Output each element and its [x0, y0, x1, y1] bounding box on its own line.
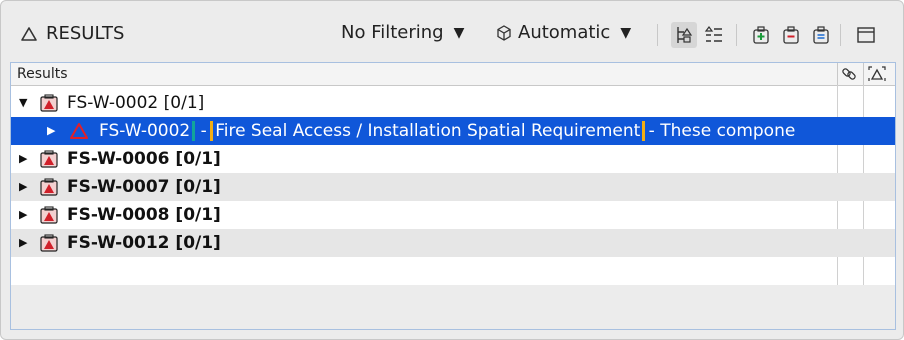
table-row[interactable]: ▼ FS-W-0002 [0/1] [11, 89, 895, 117]
list-item-label: FS-W-0002 [0/1] [67, 93, 205, 113]
chevron-down-icon: ▼ [453, 24, 465, 41]
panel-title-label: RESULTS [46, 23, 125, 44]
mode-dropdown[interactable]: Automatic ▼ [496, 22, 631, 43]
edit-icon [813, 26, 829, 44]
chevron-down-icon[interactable]: ▼ [19, 96, 27, 109]
remove-icon [783, 26, 799, 44]
list-view-icon [704, 26, 722, 42]
clash-group-icon [40, 178, 58, 196]
clash-group-icon [40, 234, 58, 252]
toolbar-divider [736, 24, 737, 46]
panel-layout-icon [857, 27, 875, 43]
link-icon [842, 68, 856, 80]
warning-triangle-icon [70, 123, 88, 139]
issue-text: FS-W-0002 - Fire Seal Access / Installat… [99, 121, 831, 141]
issue-title: Fire Seal Access / Installation Spatial … [210, 121, 646, 141]
separator: - [643, 121, 661, 141]
panel-layout-button[interactable] [853, 22, 879, 48]
chevron-right-icon[interactable]: ▶ [47, 124, 55, 137]
add-icon [753, 26, 769, 44]
issue-description: These compone [660, 121, 796, 141]
status-column-header[interactable] [866, 65, 888, 83]
empty-area [11, 285, 895, 329]
clash-group-icon [40, 150, 58, 168]
filter-dropdown[interactable]: No Filtering ▼ [341, 22, 464, 43]
remove-issue-button[interactable] [778, 22, 804, 48]
table-row-selected[interactable]: ▶ FS-W-0002 - Fire Seal Access / Install… [11, 117, 895, 145]
toolbar-divider [840, 24, 841, 46]
results-table: Results ▼ FS-W-0002 [0/1] ▶ FS-W-0002 - … [10, 62, 896, 330]
chevron-down-icon: ▼ [620, 24, 632, 41]
add-issue-button[interactable] [748, 22, 774, 48]
chevron-right-icon[interactable]: ▶ [19, 180, 27, 193]
link-column-header[interactable] [838, 65, 860, 83]
column-divider [863, 63, 864, 85]
triangle-frame-icon [868, 66, 886, 81]
list-item-label: FS-W-0008 [0/1] [67, 205, 221, 225]
cube-icon [497, 24, 511, 41]
table-row[interactable]: ▶ FS-W-0012 [0/1] [11, 229, 895, 257]
chevron-right-icon[interactable]: ▶ [19, 152, 27, 165]
table-header: Results [11, 63, 895, 86]
issue-id: FS-W-0002 [99, 121, 196, 141]
table-row[interactable]: ▶ FS-W-0007 [0/1] [11, 173, 895, 201]
mode-dropdown-label: Automatic [518, 22, 611, 43]
edit-issue-button[interactable] [808, 22, 834, 48]
tree-view-icon [677, 27, 693, 43]
filter-dropdown-label: No Filtering [341, 22, 444, 43]
list-item-label: FS-W-0007 [0/1] [67, 177, 221, 197]
table-row[interactable]: ▶ FS-W-0006 [0/1] [11, 145, 895, 173]
triangle-outline-icon [21, 26, 37, 41]
tree-view-button[interactable] [671, 22, 697, 48]
panel-title: RESULTS [20, 23, 124, 44]
results-column-header[interactable]: Results [17, 66, 68, 82]
table-row[interactable]: ▶ FS-W-0008 [0/1] [11, 201, 895, 229]
chevron-right-icon[interactable]: ▶ [19, 236, 27, 249]
clash-group-icon [40, 206, 58, 224]
clash-group-icon [40, 94, 58, 112]
list-item-label: FS-W-0006 [0/1] [67, 149, 221, 169]
toolbar-divider [657, 24, 658, 46]
toolbar: RESULTS No Filtering ▼ Automatic ▼ [0, 0, 904, 62]
list-view-button[interactable] [701, 22, 727, 48]
chevron-right-icon[interactable]: ▶ [19, 208, 27, 221]
list-item-label: FS-W-0012 [0/1] [67, 233, 221, 253]
